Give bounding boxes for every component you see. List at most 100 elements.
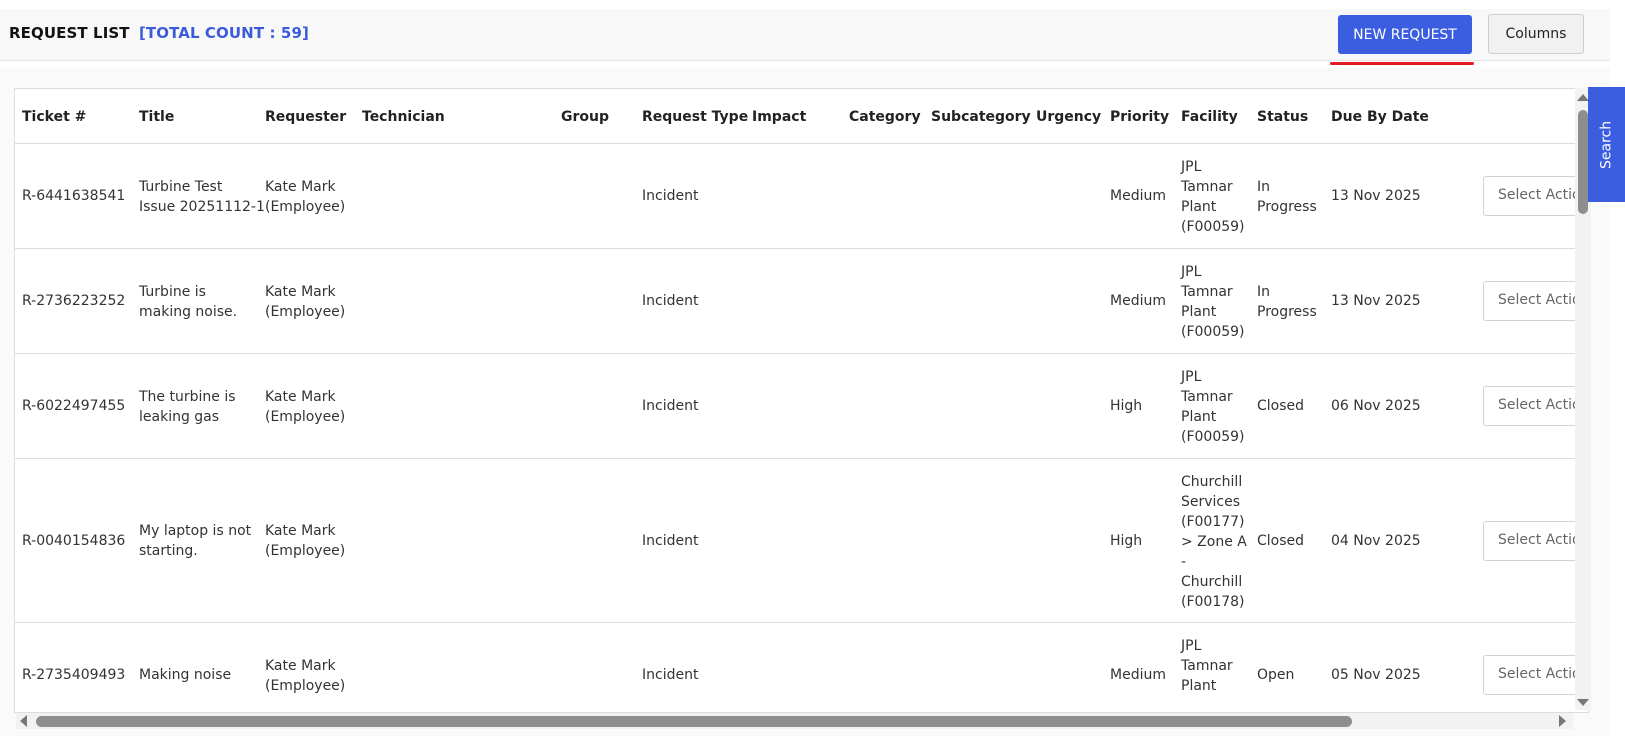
- col-ticket[interactable]: Ticket #: [22, 109, 86, 125]
- table-row[interactable]: R-6022497455 The turbine is leaking gas K…: [15, 354, 1588, 459]
- ticket-number[interactable]: R-2736223252: [22, 291, 125, 311]
- title-line: starting.: [139, 543, 198, 559]
- ticket-title: Turbine is making noise.: [139, 282, 237, 322]
- col-urgency[interactable]: Urgency: [1036, 109, 1101, 125]
- due-date: 06 Nov 2025: [1331, 398, 1421, 414]
- table-row[interactable]: R-6441638541 Turbine Test Issue 20251112-…: [15, 144, 1588, 249]
- horizontal-scroll-thumb[interactable]: [36, 716, 1352, 727]
- status-line: Closed: [1257, 398, 1305, 414]
- requester-line: Kate Mark: [265, 179, 336, 195]
- title-line: Making noise: [139, 667, 232, 683]
- search-tab-label: Search: [1598, 120, 1615, 169]
- new-request-button[interactable]: NEW REQUEST: [1338, 15, 1472, 54]
- status: Closed: [1257, 531, 1304, 551]
- col-title[interactable]: Title: [139, 109, 174, 125]
- requester: Kate Mark (Employee): [265, 521, 345, 561]
- table-row[interactable]: R-0040154836 My laptop is not starting. K…: [15, 459, 1588, 623]
- facility-line: JPL: [1181, 369, 1202, 385]
- requester-line: Kate Mark: [265, 658, 336, 674]
- status-line: Open: [1257, 667, 1295, 683]
- select-action-dropdown[interactable]: Select Action: [1483, 386, 1588, 426]
- page-title: REQUEST LIST [TOTAL COUNT : 59]: [9, 24, 309, 42]
- due-date: 04 Nov 2025: [1331, 533, 1421, 549]
- facility-line: Plant: [1181, 409, 1217, 425]
- col-status[interactable]: Status: [1257, 109, 1308, 125]
- title-line: leaking gas: [139, 409, 220, 425]
- col-due-by-date[interactable]: Due By Date: [1331, 109, 1429, 125]
- ticket-number[interactable]: R-2735409493: [22, 665, 125, 685]
- table-row[interactable]: R-2735409493 Making noise Kate Mark (Empl…: [15, 623, 1588, 712]
- columns-button[interactable]: Columns: [1488, 14, 1584, 54]
- request-type: Incident: [642, 188, 699, 204]
- facility-line: Tamnar: [1181, 389, 1233, 405]
- facility-line: Plant: [1181, 304, 1217, 320]
- col-impact[interactable]: Impact: [752, 109, 806, 125]
- total-count: [TOTAL COUNT : 59]: [138, 24, 309, 42]
- title-line: Turbine is: [139, 284, 206, 300]
- facility: JPL Tamnar Plant (F00059): [1181, 367, 1245, 447]
- title-line: Turbine Test: [139, 179, 223, 195]
- facility: Churchill Services (F00177) > Zone A - Church…: [1181, 472, 1247, 612]
- table-panel: Ticket # Title Requester Technician Grou…: [0, 68, 1610, 736]
- facility: JPL Tamnar Plant (F00059): [1181, 157, 1245, 237]
- status-line: Closed: [1257, 533, 1305, 549]
- due-date: 13 Nov 2025: [1331, 188, 1421, 204]
- title-line: making noise.: [139, 304, 238, 320]
- facility-line: JPL: [1181, 638, 1202, 654]
- requester-line: (Employee): [265, 304, 346, 320]
- ticket-number[interactable]: R-6022497455: [22, 396, 125, 416]
- facility-line: JPL: [1181, 159, 1202, 175]
- requester-line: (Employee): [265, 543, 346, 559]
- scroll-right-icon[interactable]: [1559, 715, 1566, 727]
- select-action-dropdown[interactable]: Select Action: [1483, 655, 1588, 695]
- new-request-underline: [1330, 62, 1474, 65]
- select-action-dropdown[interactable]: Select Action: [1483, 281, 1588, 321]
- scroll-left-icon[interactable]: [20, 715, 27, 727]
- facility-line: JPL: [1181, 264, 1202, 280]
- status-line: In: [1257, 179, 1271, 195]
- title-line: The turbine is: [139, 389, 236, 405]
- facility-line: Plant: [1181, 199, 1217, 215]
- facility-line: (F00178): [1181, 594, 1245, 610]
- col-technician[interactable]: Technician: [362, 109, 445, 125]
- requester-line: (Employee): [265, 409, 346, 425]
- col-group[interactable]: Group: [561, 109, 609, 125]
- scroll-down-icon[interactable]: [1577, 699, 1589, 706]
- col-requester[interactable]: Requester: [265, 109, 346, 125]
- col-subcategory[interactable]: Subcategory: [931, 109, 1031, 125]
- priority: Medium: [1110, 293, 1166, 309]
- request-type: Incident: [642, 398, 699, 414]
- col-category[interactable]: Category: [849, 109, 921, 125]
- col-facility[interactable]: Facility: [1181, 109, 1238, 125]
- table-header: Ticket # Title Requester Technician Grou…: [15, 89, 1588, 144]
- col-priority[interactable]: Priority: [1110, 109, 1169, 125]
- facility-line: (F00177): [1181, 514, 1245, 530]
- facility-line: Tamnar: [1181, 658, 1233, 674]
- requester-line: (Employee): [265, 199, 346, 215]
- search-side-tab[interactable]: Search: [1588, 87, 1625, 202]
- due-date: 05 Nov 2025: [1331, 667, 1421, 683]
- col-request-type[interactable]: Request Type: [642, 109, 748, 125]
- vertical-scroll-thumb[interactable]: [1578, 110, 1588, 214]
- ticket-title: My laptop is not starting.: [139, 521, 251, 561]
- ticket-number[interactable]: R-0040154836: [22, 531, 125, 551]
- requester: Kate Mark (Employee): [265, 656, 345, 696]
- ticket-number[interactable]: R-6441638541: [22, 186, 125, 206]
- priority: High: [1110, 398, 1143, 414]
- requester-line: Kate Mark: [265, 523, 336, 539]
- requester-line: Kate Mark: [265, 389, 336, 405]
- page-header: REQUEST LIST [TOTAL COUNT : 59] NEW REQU…: [0, 9, 1610, 65]
- ticket-title: Turbine Test Issue 20251112-1: [139, 177, 265, 217]
- requester: Kate Mark (Employee): [265, 282, 345, 322]
- facility-line: (F00059): [1181, 429, 1245, 445]
- status: Open: [1257, 665, 1294, 685]
- facility-line: > Zone A: [1181, 534, 1247, 550]
- title-line: My laptop is not: [139, 523, 252, 539]
- table-row[interactable]: R-2736223252 Turbine is making noise. Kat…: [15, 249, 1588, 354]
- status: In Progress: [1257, 282, 1317, 322]
- select-action-dropdown[interactable]: Select Action: [1483, 176, 1588, 216]
- facility-line: -: [1181, 554, 1187, 570]
- select-action-dropdown[interactable]: Select Action: [1483, 521, 1588, 561]
- priority: High: [1110, 533, 1143, 549]
- due-date: 13 Nov 2025: [1331, 293, 1421, 309]
